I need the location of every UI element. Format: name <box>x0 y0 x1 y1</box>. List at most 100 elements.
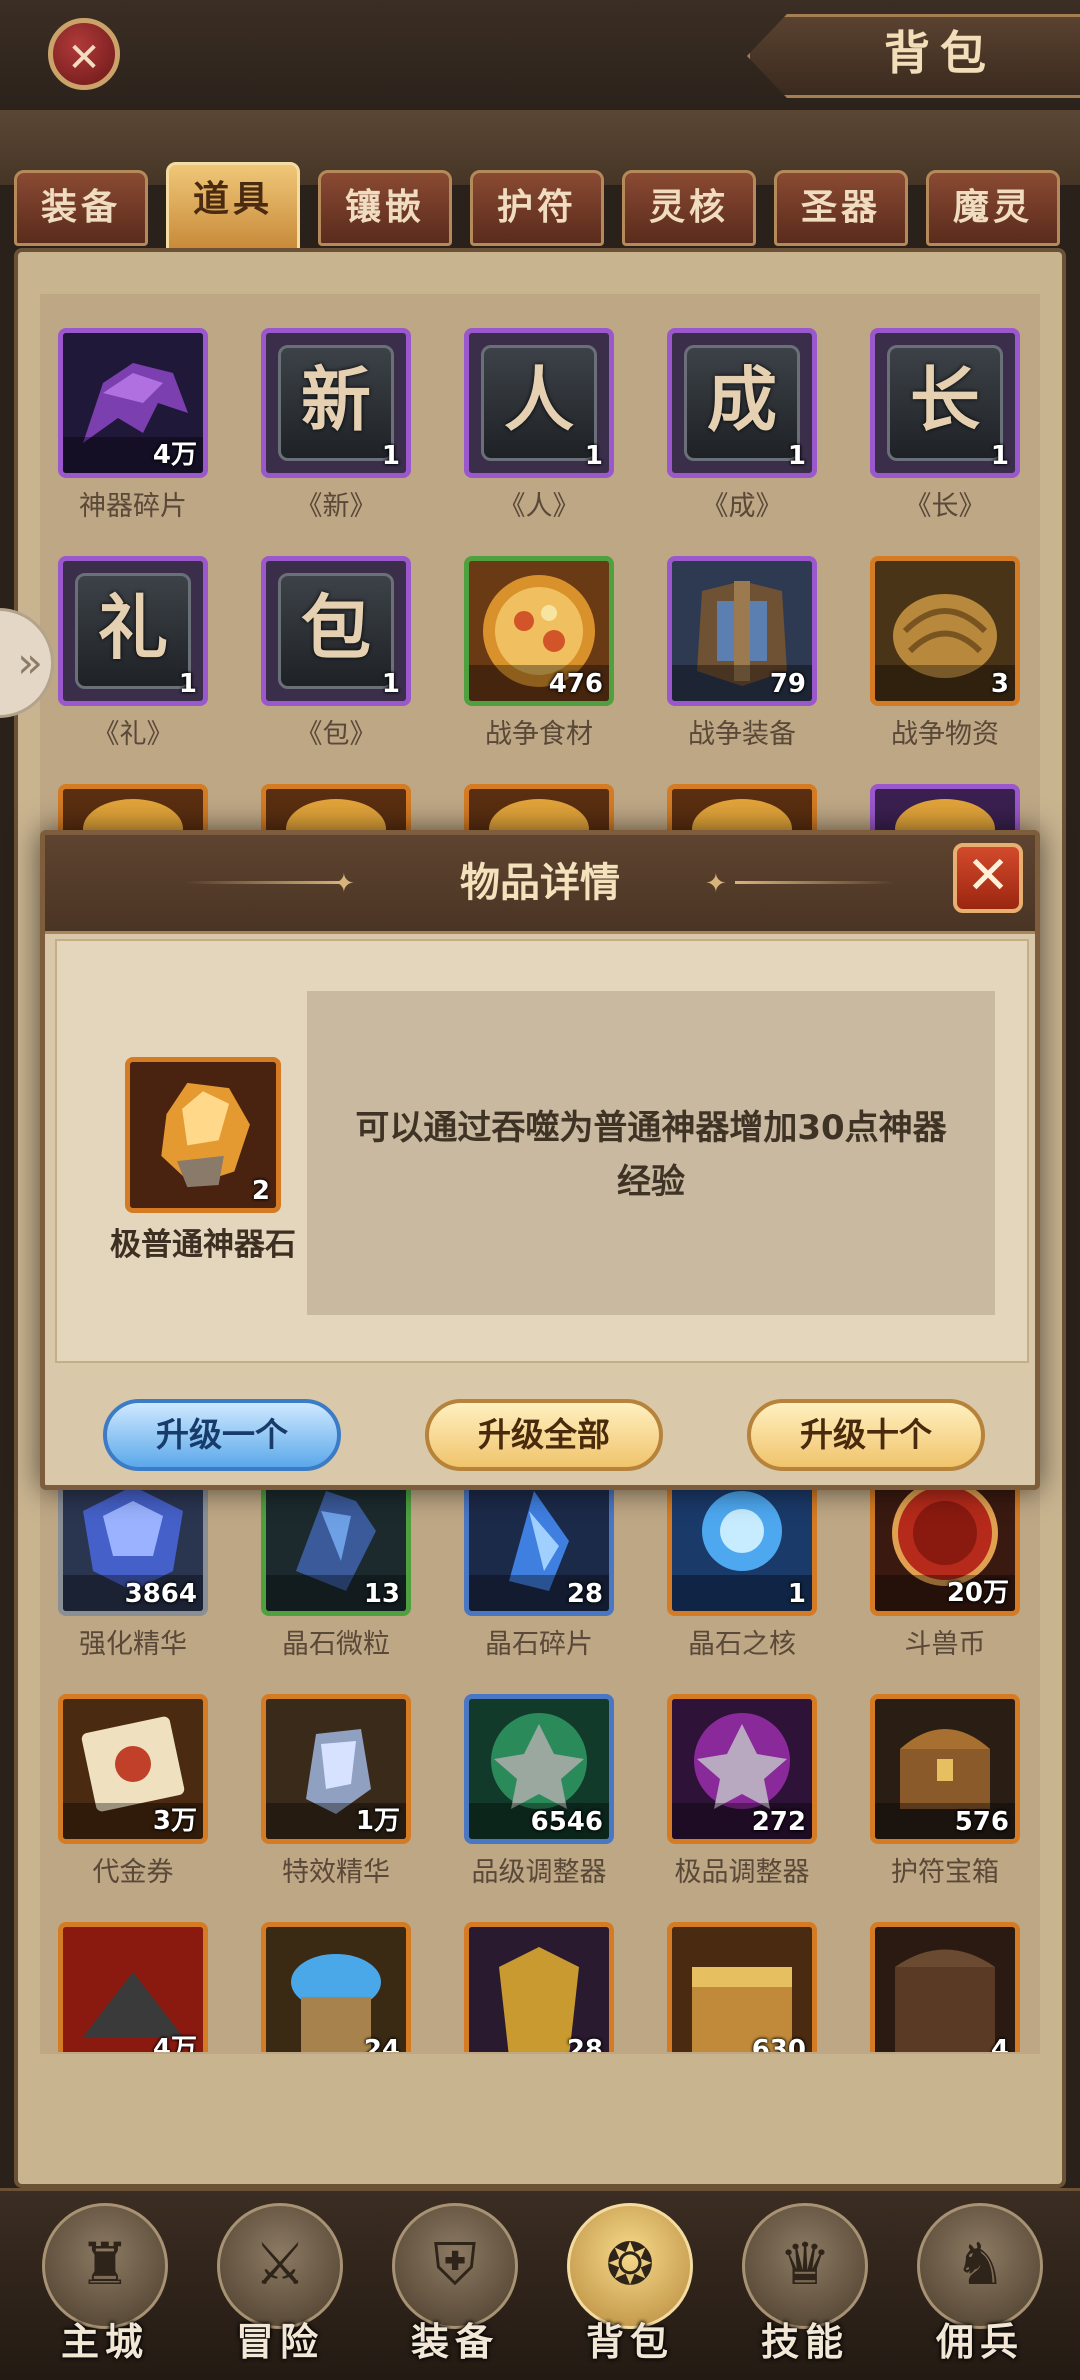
item-name: 战争食材 <box>485 719 593 750</box>
item-slot: 476 <box>464 556 614 706</box>
item-amulet-chest[interactable]: 576 护符宝箱 <box>870 1694 1020 1889</box>
item-count: 3864 <box>124 1579 197 1609</box>
item-char-ren[interactable]: 人 1 《人》 <box>464 328 614 523</box>
item-count: 1 <box>787 1579 806 1609</box>
detail-item-slot: 2 <box>125 1057 281 1213</box>
item-char-cheng[interactable]: 成 1 《成》 <box>667 328 817 523</box>
item-name: 战争物资 <box>891 719 999 750</box>
item-treasure-chest[interactable]: 630 <box>667 1922 817 2052</box>
item-char-li[interactable]: 礼 1 《礼》 <box>58 556 208 751</box>
item-slot: 1万 <box>261 1694 411 1844</box>
item-char-xin[interactable]: 新 1 《新》 <box>261 328 411 523</box>
item-name: 斗兽币 <box>904 1629 986 1660</box>
item-count: 79 <box>769 669 806 699</box>
item-slot: 576 <box>870 1694 1020 1844</box>
item-slot: 24 <box>261 1922 411 2052</box>
item-name: 特效精华 <box>282 1857 390 1888</box>
item-slot: 79 <box>667 556 817 706</box>
nav-label: 佣兵 <box>935 2320 1024 2364</box>
item-iron-chest[interactable]: 4 <box>870 1922 1020 2052</box>
item-count: 1 <box>178 669 197 699</box>
item-count: 476 <box>548 669 603 699</box>
item-artifact-shard[interactable]: 4万 神器碎片 <box>58 328 208 523</box>
item-crystal-particle[interactable]: 13 晶石微粒 <box>261 1466 411 1661</box>
item-name: 护符宝箱 <box>891 1857 999 1888</box>
nav-skills[interactable]: ♛ 技能 <box>720 2203 890 2373</box>
item-detail-dialog: ✦ ✦ 物品详情 ✕ 可以通过吞噬为普通神器增加30点神器经验 2 极普通神器石… <box>40 830 1040 1490</box>
nav-adventure[interactable]: ⚔ 冒险 <box>195 2203 365 2373</box>
nav-label: 冒险 <box>235 2320 324 2364</box>
item-char-zhang[interactable]: 长 1 《长》 <box>870 328 1020 523</box>
item-premium-adjuster[interactable]: 272 极品调整器 <box>667 1694 817 1889</box>
nav-label: 背包 <box>585 2320 674 2364</box>
item-count: 630 <box>751 2035 806 2052</box>
dialog-title: 物品详情 <box>460 860 620 906</box>
nav-mercenary[interactable]: ♞ 佣兵 <box>895 2203 1065 2373</box>
item-slot: 4 <box>870 1922 1020 2052</box>
gold-armor-icon <box>469 1927 609 2052</box>
tab-items[interactable]: 道具 <box>166 162 300 252</box>
tab-demon-spirit[interactable]: 魔灵 <box>926 170 1060 246</box>
item-slot: 人 1 <box>464 328 614 478</box>
char-tile-icon: 人 <box>481 345 597 461</box>
item-beast-coin[interactable]: 20万 斗兽币 <box>870 1466 1020 1661</box>
item-voucher[interactable]: 3万 代金券 <box>58 1694 208 1889</box>
item-slot: 630 <box>667 1922 817 2052</box>
detail-item-name: 极普通神器石 <box>110 1227 296 1263</box>
upgrade-one-button[interactable]: 升级一个 <box>103 1399 341 1471</box>
tab-inlay[interactable]: 镶嵌 <box>318 170 452 246</box>
nav-main-city[interactable]: ♜ 主城 <box>20 2203 190 2373</box>
item-grade-adjuster[interactable]: 6546 品级调整器 <box>464 1694 614 1889</box>
nav-equipment[interactable]: ⛨ 装备 <box>370 2203 540 2373</box>
item-slot: 272 <box>667 1694 817 1844</box>
item-name: 极品调整器 <box>674 1857 810 1888</box>
item-slot: 包 1 <box>261 556 411 706</box>
item-slot: 4万 <box>58 328 208 478</box>
item-description: 可以通过吞噬为普通神器增加30点神器经验 <box>355 1108 947 1202</box>
item-ore-pile[interactable]: 4万 <box>58 1922 208 2052</box>
item-count: 4万 <box>152 2034 197 2052</box>
item-effect-essence[interactable]: 1万 特效精华 <box>261 1694 411 1889</box>
row-clip: 4万 24 28 630 4 <box>36 1922 1046 2052</box>
tab-holy-relic[interactable]: 圣器 <box>774 170 908 246</box>
item-war-gear[interactable]: 79 战争装备 <box>667 556 817 751</box>
tab-soul-core[interactable]: 灵核 <box>622 170 756 246</box>
treasure-chest-icon <box>672 1927 812 2052</box>
nav-label: 装备 <box>410 2320 499 2364</box>
item-count: 272 <box>751 1807 806 1837</box>
item-name: 《礼》 <box>92 719 174 750</box>
tab-equipment[interactable]: 装备 <box>14 170 148 246</box>
upgrade-ten-button[interactable]: 升级十个 <box>747 1399 985 1471</box>
item-crystal-core[interactable]: 1 晶石之核 <box>667 1466 817 1661</box>
close-icon[interactable]: ✕ <box>953 843 1023 913</box>
iron-chest-icon <box>875 1927 1015 2052</box>
item-name: 《长》 <box>904 491 986 522</box>
item-name: 品级调整器 <box>471 1857 607 1888</box>
item-count: 3万 <box>152 1806 197 1836</box>
item-count: 28 <box>566 1579 603 1609</box>
tab-amulet[interactable]: 护符 <box>470 170 604 246</box>
item-count: 1 <box>990 441 1009 471</box>
item-gem-bag[interactable]: 24 <box>261 1922 411 2052</box>
item-slot: 3 <box>870 556 1020 706</box>
item-war-food[interactable]: 476 战争食材 <box>464 556 614 751</box>
char-tile-icon: 长 <box>887 345 1003 461</box>
char-tile-icon: 成 <box>684 345 800 461</box>
item-count: 20万 <box>946 1578 1009 1608</box>
item-war-supplies[interactable]: 3 战争物资 <box>870 556 1020 751</box>
item-count: 1 <box>584 441 603 471</box>
item-name: 神器碎片 <box>79 491 187 522</box>
item-name: 战争装备 <box>688 719 796 750</box>
item-char-bao[interactable]: 包 1 《包》 <box>261 556 411 751</box>
page-title: 背包 <box>884 26 996 80</box>
item-name: 强化精华 <box>79 1629 187 1660</box>
close-icon[interactable]: ✕ <box>48 18 120 90</box>
nav-backpack[interactable]: ❂ 背包 <box>545 2203 715 2373</box>
item-count: 1 <box>381 441 400 471</box>
dialog-header: ✦ ✦ 物品详情 ✕ <box>45 835 1035 934</box>
item-gold-armor[interactable]: 28 <box>464 1922 614 2052</box>
item-crystal-shard[interactable]: 28 晶石碎片 <box>464 1466 614 1661</box>
item-name: 《成》 <box>701 491 783 522</box>
item-enhance-essence[interactable]: 3864 强化精华 <box>58 1466 208 1661</box>
upgrade-all-button[interactable]: 升级全部 <box>425 1399 663 1471</box>
